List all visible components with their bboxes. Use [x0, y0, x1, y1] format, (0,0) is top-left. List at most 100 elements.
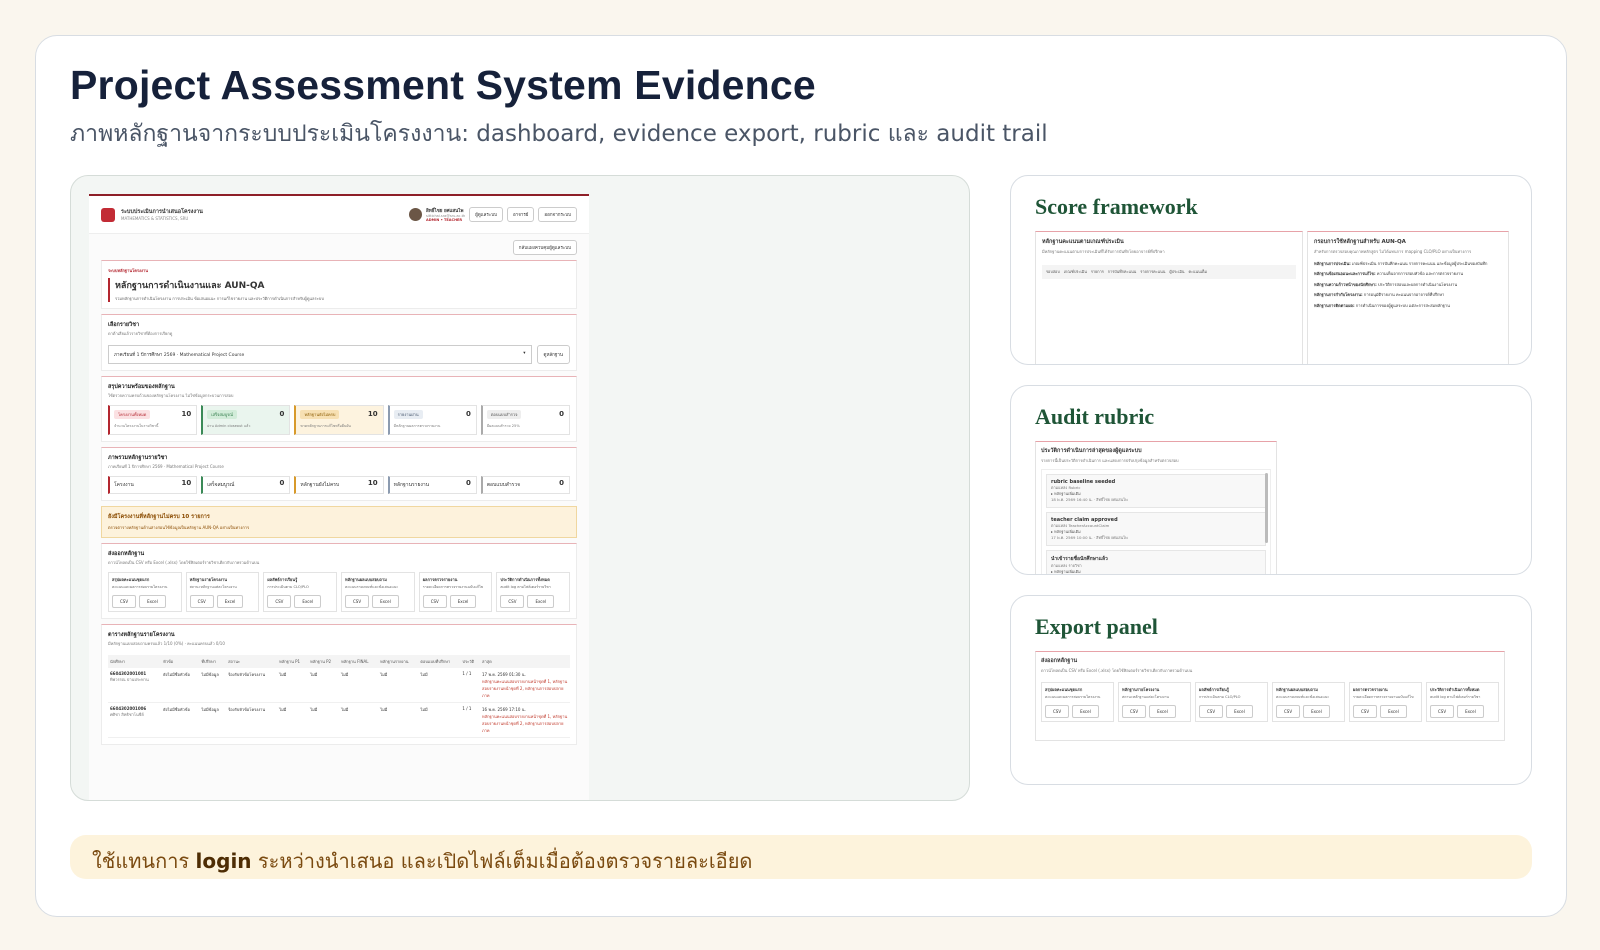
excel-button[interactable]: Excel: [1226, 705, 1253, 718]
stat-label: โครงงานทั้งหมด: [114, 410, 151, 419]
audit-item-link[interactable]: ▸ หลักฐานเพิ่มเติม: [1051, 569, 1261, 574]
export-card: ผลการตรวจรายงาน รายละเอียดการตรวจรายงานฉบ…: [1349, 682, 1422, 722]
export-card-desc: การประเมินตาม CLO/PLO: [267, 585, 309, 589]
aunqa-list: หลักฐานการประเมิน: เกณฑ์ประเมิน การบันทึ…: [1314, 261, 1502, 309]
column-header: สถานะ: [226, 655, 278, 668]
evidence-table: นักศึกษา หัวข้อ ที่ปรึกษา สถานะ หลักฐาน …: [108, 655, 570, 738]
stat-note: ผ่าน Admin closeout แล้ว: [207, 424, 251, 428]
audit-item: teacher claim approved ตามแหล่ง TeacherA…: [1046, 512, 1266, 546]
column-header: ตอบแบบที่ปรึกษา: [418, 655, 461, 668]
aunqa-item-value: ความเห็นจากการสอบหัวข้อ และการตรวจรายงาน: [1376, 271, 1463, 277]
overview-item: หลักฐานยังไม่ครบ 10: [294, 476, 384, 494]
table-row[interactable]: 6604302001006 ศศิชา สิทธิชาโนชีย์ ยังไม่ม…: [108, 702, 570, 738]
table-title: ตารางหลักฐานรายโครงงาน: [108, 632, 175, 638]
dashboard-screenshot: ระบบประเมินการนำเสนอโครงงาน MATHEMATICS …: [89, 194, 589, 800]
audit-scroll-area[interactable]: rubric baseline seeded ตามแหล่ง Rubric ▸…: [1041, 469, 1271, 574]
excel-button[interactable]: Excel: [527, 595, 555, 608]
overview-item: ตอบแบบสำรวจ 0: [480, 476, 571, 494]
csv-button[interactable]: CSV: [267, 595, 292, 608]
advisor-cell: ไม่มีข้อมูล: [199, 668, 227, 703]
p1-cell: ไม่มี: [277, 702, 309, 738]
aunqa-item: หลักฐานข้อเสนอแนะและการแก้ไข: ความเห็นจา…: [1314, 271, 1502, 277]
excel-button[interactable]: Excel: [1149, 705, 1176, 718]
scrollbar[interactable]: [1265, 473, 1268, 543]
aunqa-item-key: หลักฐานความก้าวหน้าของนักศึกษา:: [1314, 281, 1377, 287]
section-desc: รวมหลักฐานการดำเนินโครงงาน การประเมิน ข้…: [115, 296, 324, 301]
aunqa-desc: สำหรับการตรวจสอบคุณภาพหลักสูตร ไม่ได้แทน…: [1314, 249, 1472, 254]
score-framework-panel: Score framework หลักฐานคะแนนตามเกณฑ์ประเ…: [1010, 175, 1532, 365]
export-card-desc: audit log ตามไฟล์เตอร์รายวิชา: [500, 585, 551, 589]
advisor-cell: ไม่มีข้อมูล: [199, 702, 227, 738]
export-mini-card: ส่งออกหลักฐาน ดาวน์โหลดเป็น CSV หรือ Exc…: [1035, 651, 1505, 741]
overview-item: โครงงาน 10: [108, 476, 198, 494]
aunqa-item-value: การอนุมัติรายงาน คะแนนจากอาจารย์ที่ปรึกษ…: [1363, 292, 1445, 298]
table-desc: มีหลักฐานแบบสอบถามครบแล้ว 1/10 (0%) · คะ…: [108, 641, 225, 646]
csv-button[interactable]: CSV: [112, 595, 137, 608]
csv-button[interactable]: CSV: [1199, 705, 1224, 718]
aunqa-item-value: เกณฑ์ประเมิน การบันทึกคะแนน รายการคะแนน …: [1351, 261, 1488, 266]
excel-button[interactable]: Excel: [372, 595, 399, 608]
excel-button[interactable]: Excel: [216, 595, 244, 608]
section-title: หลักฐานการดำเนินงานและ AUN-QA: [115, 281, 265, 291]
p2-cell: ไม่มี: [308, 668, 340, 703]
csv-button[interactable]: CSV: [1430, 705, 1455, 718]
excel-button[interactable]: Excel: [1457, 705, 1484, 718]
audit-item-title: นำเข้ารายชื่อนักศึกษาแล้ว: [1051, 556, 1108, 562]
nav-teacher-button[interactable]: อาจารย์: [506, 207, 535, 222]
overview-item: หลักฐานรายงาน 0: [387, 476, 477, 494]
course-overview-section: ภาพรวมหลักฐานรายวิชา ภาคเรียนที่ 1 ปีการ…: [101, 447, 577, 501]
column-header: ที่ปรึกษา: [199, 655, 227, 668]
latest-note: หลักฐานคะแนนสอบรายงานหน้าชุดที่ 1, หลักฐ…: [482, 679, 568, 698]
stat-card: เสร็จสมบูรณ์ 0 ผ่าน Admin closeout แล้ว: [201, 405, 291, 435]
export-card-title: ผลการตรวจรายงาน: [422, 577, 458, 582]
course-select[interactable]: ภาคเรียนที่ 1 ปีการศึกษา 2569 · Mathemat…: [108, 345, 532, 364]
overview-value: 0: [279, 479, 285, 487]
aunqa-item: หลักฐานการติดตามผล: การดำเนินการของผู้ดู…: [1314, 303, 1502, 309]
stat-value: 10: [367, 410, 378, 418]
excel-button[interactable]: Excel: [1072, 705, 1099, 718]
export-card-desc: คะแนนและผลการสอบรายโครงงาน: [112, 585, 168, 589]
csv-button[interactable]: CSV: [345, 595, 370, 608]
aunqa-item-value: ประวัติการสอบและผลการดำเนินงานโครงงาน: [1378, 281, 1458, 287]
nav-admin-button[interactable]: ผู้ดูแลระบบ: [469, 207, 503, 222]
score-table-header: รอบสอบ เกณฑ์ประเมิน รายการ การบันทึกคะแน…: [1042, 265, 1296, 279]
csv-button[interactable]: CSV: [1353, 705, 1378, 718]
csv-button[interactable]: CSV: [1276, 705, 1301, 718]
view-evidence-button[interactable]: ดูหลักฐาน: [536, 345, 570, 364]
aunqa-item-key: หลักฐานการกำกับโครงงาน:: [1314, 292, 1363, 298]
column-header: รายการ: [1090, 269, 1104, 274]
export-card-desc: รายละเอียดการตรวจรายงานฉบับแก้ไข: [422, 585, 484, 589]
export-card-desc: คะแนนรายเกณฑ์และข้อเสนอแนะ: [1276, 695, 1330, 699]
score-card-title: หลักฐานคะแนนตามเกณฑ์ประเมิน: [1042, 239, 1124, 245]
excel-button[interactable]: Excel: [139, 595, 166, 608]
column-header: หลักฐาน FINAL: [339, 655, 379, 668]
excel-button[interactable]: Excel: [449, 595, 477, 608]
csv-button[interactable]: CSV: [1045, 705, 1070, 718]
audit-rubric-panel: Audit rubric ประวัติการดำเนินการล่าสุดขอ…: [1010, 385, 1532, 575]
csv-button[interactable]: CSV: [422, 595, 447, 608]
incomplete-warning: ยังมีโครงงานที่หลักฐานไม่ครบ 10 รายการ ต…: [101, 506, 577, 538]
export-desc: ดาวน์โหลดเป็น CSV หรือ Excel (.xlsx) โดย…: [108, 560, 260, 565]
csv-button[interactable]: CSV: [1122, 705, 1147, 718]
column-header: ผู้ประเมิน: [1169, 269, 1185, 274]
excel-button[interactable]: Excel: [1380, 705, 1407, 718]
export-card-title: ผลลัพธ์การเรียนรู้: [267, 577, 298, 582]
export-card: สรุปผลคะแนนชุดแรก คะแนนและผลการสอบรายโครง…: [108, 572, 182, 612]
csv-button[interactable]: CSV: [500, 595, 525, 608]
logout-button[interactable]: ออกจากระบบ: [538, 207, 577, 222]
audit-item-time: 17 พ.ค. 2569 10:00 น. · สิทธิ์ไชย ยศแสนไ…: [1051, 535, 1128, 540]
student-id: 6604302001006: [110, 706, 147, 711]
export-card-title: หลักฐานรายโครงงาน: [1122, 687, 1160, 692]
app-name: ระบบประเมินการนำเสนอโครงงาน: [121, 209, 203, 215]
excel-button[interactable]: Excel: [1303, 705, 1330, 718]
export-card-title: หลักฐานผลแบบสอบถาม: [1276, 687, 1318, 692]
aunqa-item-key: หลักฐานการติดตามผล:: [1314, 302, 1355, 308]
audit-log-card: ประวัติการดำเนินการล่าสุดของผู้ดูแลระบบ …: [1035, 441, 1277, 574]
csv-button[interactable]: CSV: [189, 595, 214, 608]
table-row[interactable]: 6604302001001 ทิพวรรณ ปานประทาน ยังไม่มีช…: [108, 668, 570, 703]
excel-button[interactable]: Excel: [294, 595, 322, 608]
export-card: ผลลัพธ์การเรียนรู้การประเมินตาม CLO/PLO C…: [263, 572, 338, 612]
column-header: หลักฐาน P1: [277, 655, 309, 668]
overview-label: ตอบแบบสำรวจ: [486, 482, 521, 488]
back-to-admin-button[interactable]: กลับแผงควบคุมผู้ดูแลระบบ: [512, 240, 577, 255]
